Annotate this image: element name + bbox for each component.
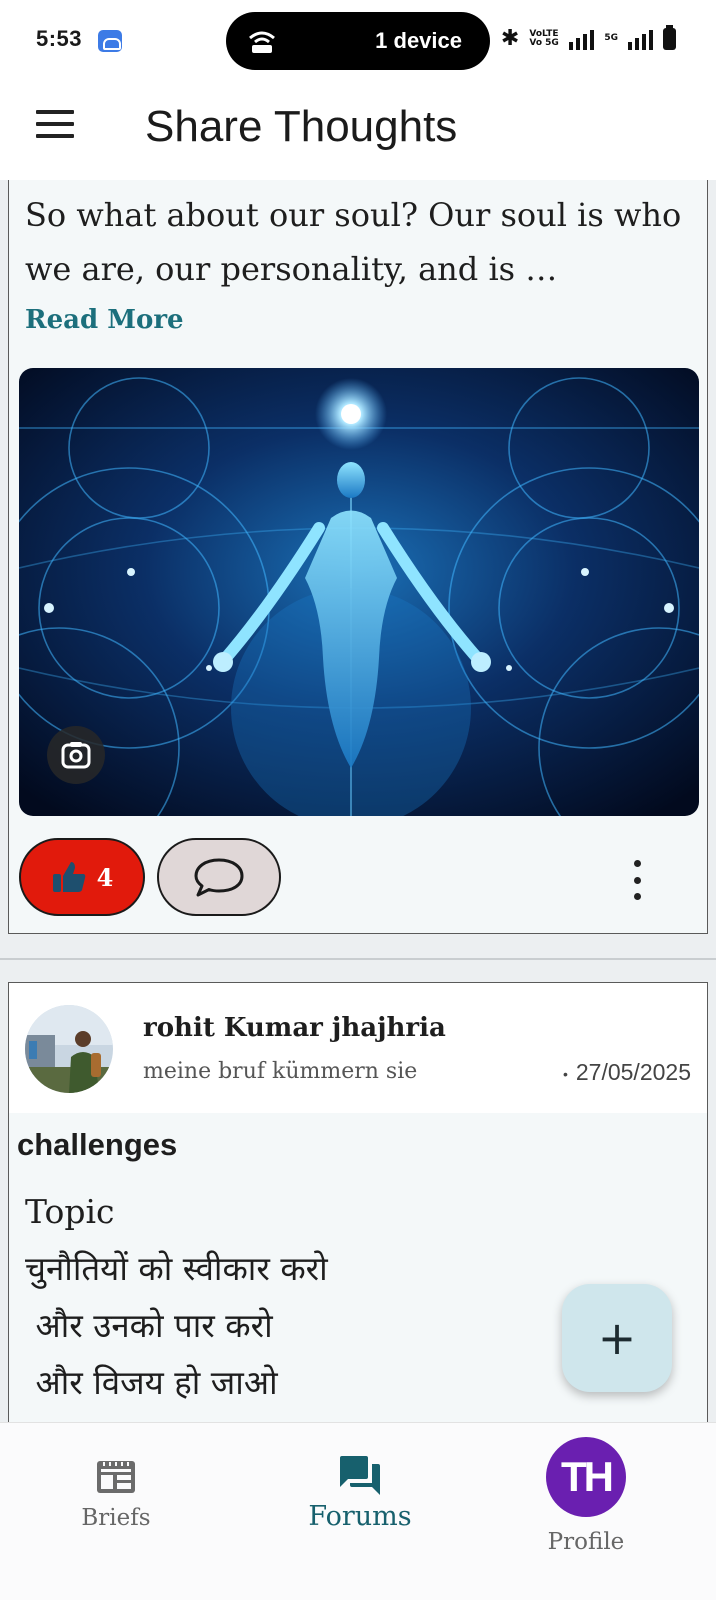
author-bio: meine bruf kümmern sie — [143, 1059, 418, 1084]
volte-badge: VoLTE Vo 5G — [529, 28, 559, 48]
profile-avatar: TH — [546, 1437, 626, 1517]
hamburger-menu-icon[interactable] — [36, 110, 74, 144]
hotspot-icon — [249, 31, 275, 53]
post-header: rohit Kumar jhajhria meine bruf kümmern … — [9, 983, 707, 1113]
nav-label-briefs: Briefs — [81, 1505, 151, 1531]
read-more-link[interactable]: Read More — [25, 305, 184, 335]
bottom-nav: Briefs Forums TH Profile — [0, 1422, 716, 1600]
nav-item-briefs[interactable]: Briefs — [56, 1457, 176, 1531]
status-indicators: ✱ VoLTE Vo 5G 5G — [500, 24, 676, 51]
signal-icon-2 — [628, 28, 653, 50]
nav-item-forums[interactable]: Forums — [290, 1455, 430, 1532]
plus-icon: + — [597, 1311, 637, 1365]
nav-label-forums: Forums — [308, 1501, 412, 1532]
comment-button[interactable] — [157, 838, 281, 916]
nav-label-profile: Profile — [547, 1529, 625, 1555]
comment-icon — [194, 858, 244, 897]
create-post-button[interactable]: + — [562, 1284, 672, 1392]
thumbs-up-icon — [52, 862, 85, 892]
status-time: 5:53 — [36, 26, 83, 51]
post-date: 27/05/2025 — [563, 1059, 691, 1086]
like-button[interactable]: 4 — [19, 838, 145, 916]
page-title: Share Thoughts — [145, 102, 458, 151]
post-body: Topic चुनौतियों को स्वीकार करो और उनको प… — [25, 1192, 328, 1402]
author-avatar[interactable] — [25, 1005, 113, 1093]
lens-search-icon[interactable] — [47, 726, 105, 784]
more-options-icon[interactable] — [624, 860, 650, 900]
bluetooth-icon: ✱ — [500, 26, 520, 51]
feed[interactable]: So what about our soul? Our soul is who … — [0, 180, 716, 1458]
battery-icon — [663, 24, 676, 50]
post-image[interactable] — [19, 368, 699, 816]
post-title: challenges — [17, 1127, 178, 1162]
spiritual-figure-image — [19, 368, 699, 816]
network-type: 5G — [604, 33, 618, 43]
forums-icon — [340, 1456, 380, 1495]
divider — [0, 958, 716, 960]
briefs-icon — [97, 1461, 135, 1493]
like-count: 4 — [96, 862, 114, 892]
author-name[interactable]: rohit Kumar jhajhria — [143, 1013, 446, 1043]
nav-item-profile[interactable]: TH Profile — [526, 1437, 646, 1555]
notification-app-icon — [98, 30, 122, 52]
status-bar: 5:53 1 device ✱ VoLTE Vo 5G 5G — [0, 0, 716, 80]
signal-icon — [569, 28, 595, 50]
app-bar: Share Thoughts — [0, 80, 716, 180]
device-pill[interactable]: 1 device — [226, 12, 490, 70]
post-text: So what about our soul? Our soul is who … — [25, 196, 682, 288]
device-count-text: 1 device — [375, 28, 462, 53]
post-card[interactable]: So what about our soul? Our soul is who … — [8, 180, 708, 934]
